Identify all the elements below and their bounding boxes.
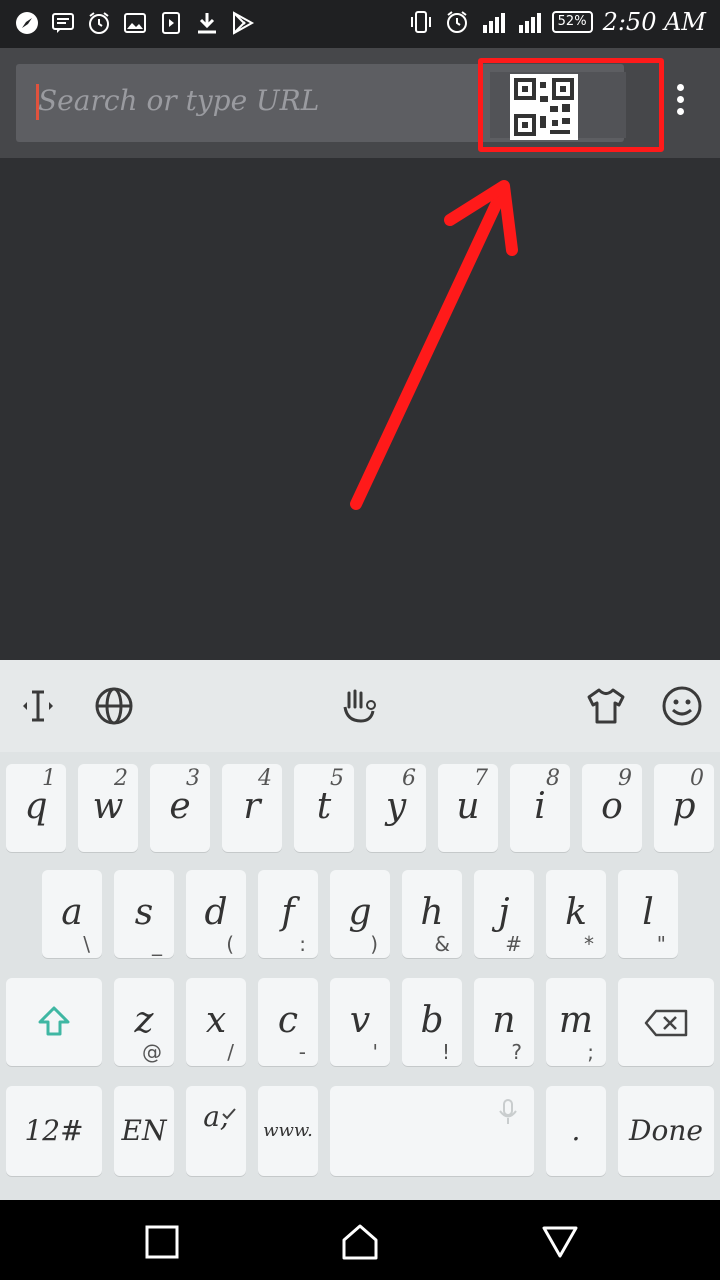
home-button[interactable] <box>340 1222 380 1262</box>
play-store-icon <box>230 10 256 36</box>
key-x[interactable]: x / <box>186 978 246 1066</box>
key-h[interactable]: h & <box>402 870 462 958</box>
key-t[interactable]: 5t <box>294 764 354 852</box>
annotation-highlight-box <box>478 58 664 152</box>
battery-indicator: 52% <box>551 11 593 33</box>
key-m[interactable]: m; <box>546 978 606 1066</box>
globe-icon[interactable] <box>90 682 138 730</box>
vibrate-icon <box>408 9 434 35</box>
status-bar: 52% 2:50 AM <box>0 0 720 48</box>
back-button[interactable] <box>540 1222 580 1262</box>
key-e[interactable]: 3e <box>150 764 210 852</box>
annotation-arrow <box>350 180 518 510</box>
image-icon <box>122 10 148 36</box>
key-p[interactable]: 0p <box>654 764 714 852</box>
key-k[interactable]: k * <box>546 870 606 958</box>
swipe-hand-icon[interactable] <box>336 682 384 730</box>
url-placeholder: Search or type URL <box>38 84 320 117</box>
media-icon <box>158 10 184 36</box>
shift-arrow-icon <box>38 1006 70 1036</box>
suggestion-key[interactable]: a, <box>186 1086 246 1176</box>
key-g[interactable]: g) <box>330 870 390 958</box>
overflow-menu-icon[interactable] <box>670 84 690 124</box>
alarm-icon <box>86 10 112 36</box>
key-o[interactable]: 9o <box>582 764 642 852</box>
key-n[interactable]: n? <box>474 978 534 1066</box>
key-b[interactable]: b! <box>402 978 462 1066</box>
backspace-key[interactable] <box>618 978 714 1066</box>
recents-button[interactable] <box>142 1222 182 1262</box>
backspace-icon <box>644 1009 688 1037</box>
key-f[interactable]: f: <box>258 870 318 958</box>
key-l[interactable]: l " <box>618 870 678 958</box>
key-v[interactable]: v ' <box>330 978 390 1066</box>
check-icon <box>222 1108 236 1120</box>
navigation-bar <box>0 1200 720 1280</box>
key-q[interactable]: 1q <box>6 764 66 852</box>
emoji-icon[interactable] <box>658 682 706 730</box>
signal-icon <box>516 9 542 35</box>
clock: 2:50 AM <box>602 8 706 36</box>
key-z[interactable]: z @ <box>114 978 174 1066</box>
keyboard-toolbar <box>0 660 720 752</box>
numbers-key[interactable]: 12# <box>6 1086 102 1176</box>
key-c[interactable]: c- <box>258 978 318 1066</box>
compass-icon <box>14 10 40 36</box>
key-j[interactable]: j # <box>474 870 534 958</box>
period-key[interactable]: . <box>546 1086 606 1176</box>
key-d[interactable]: d( <box>186 870 246 958</box>
shift-key[interactable] <box>6 978 102 1066</box>
keyboard: 1q 2w 3e 4r 5t 6y 7u 8i 9o 0p a \ s _ d( f… <box>0 752 720 1200</box>
key-s[interactable]: s _ <box>114 870 174 958</box>
www-key[interactable]: www. <box>258 1086 318 1176</box>
key-w[interactable]: 2w <box>78 764 138 852</box>
done-key[interactable]: Done <box>618 1086 714 1176</box>
key-u[interactable]: 7u <box>438 764 498 852</box>
theme-shirt-icon[interactable] <box>582 682 630 730</box>
message-icon <box>50 10 76 36</box>
language-key[interactable]: EN <box>114 1086 174 1176</box>
key-r[interactable]: 4r <box>222 764 282 852</box>
signal-icon <box>480 9 506 35</box>
key-y[interactable]: 6y <box>366 764 426 852</box>
key-i[interactable]: 8i <box>510 764 570 852</box>
microphone-icon <box>499 1099 517 1124</box>
key-a[interactable]: a \ <box>42 870 102 958</box>
download-icon <box>194 10 220 36</box>
alarm-icon <box>444 9 470 35</box>
cursor-icon[interactable] <box>14 682 62 730</box>
space-key[interactable] <box>330 1086 534 1176</box>
